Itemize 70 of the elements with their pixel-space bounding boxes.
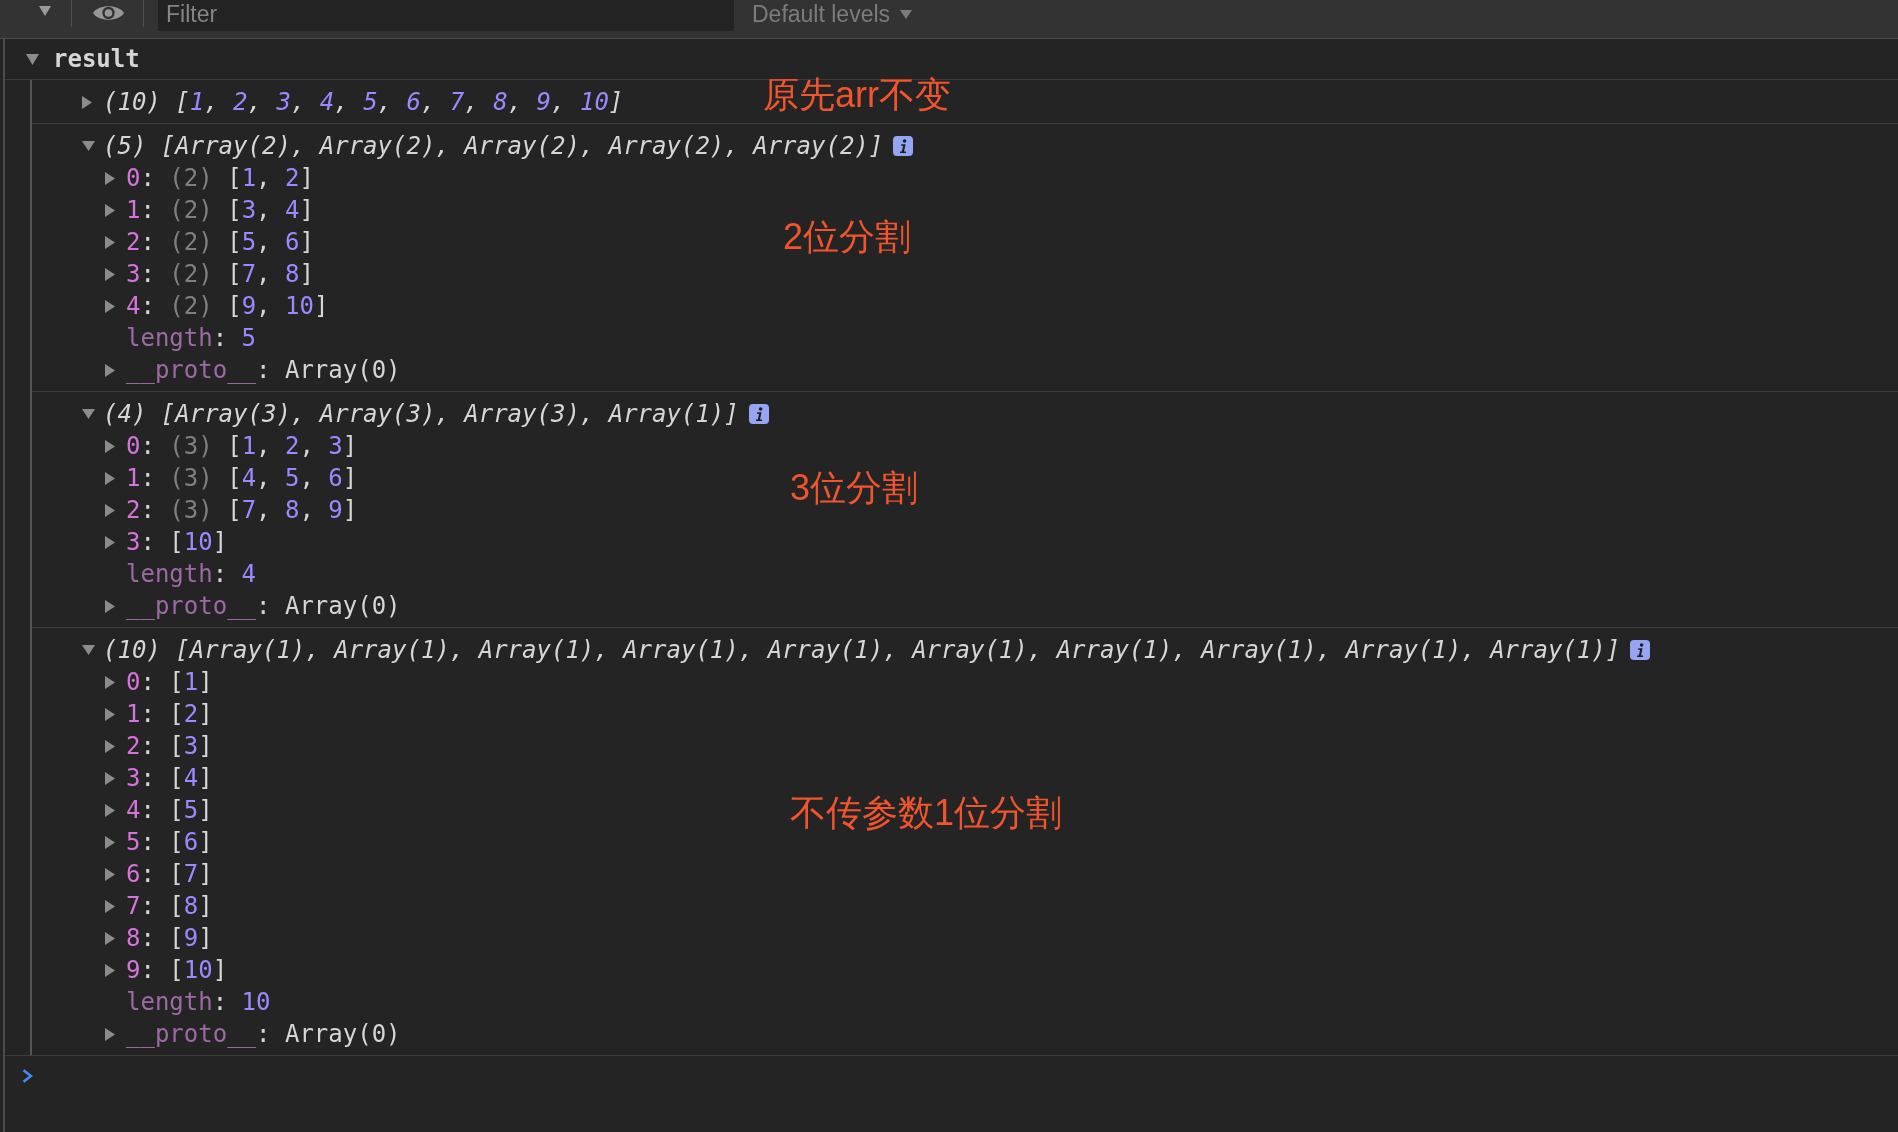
property-entry: __proto__: Array(0) xyxy=(126,1019,401,1050)
caret-icon[interactable] xyxy=(105,363,115,377)
property-entry: 0: (3) [1, 2, 3] xyxy=(126,431,358,462)
caret-icon[interactable] xyxy=(105,599,115,613)
caret-icon[interactable] xyxy=(105,439,115,453)
property-entry: __proto__: Array(0) xyxy=(126,355,401,386)
property-entry: 9: [10] xyxy=(126,955,228,986)
caret-icon[interactable] xyxy=(105,707,115,721)
caret-icon[interactable] xyxy=(82,409,95,419)
caret-icon[interactable] xyxy=(105,739,115,753)
caret-icon[interactable] xyxy=(105,235,115,249)
info-icon[interactable] xyxy=(893,136,914,156)
array-summary: (4) [Array(3), Array(3), Array(3), Array(1)] xyxy=(103,399,739,430)
prompt-icon xyxy=(22,1069,33,1083)
info-icon[interactable] xyxy=(1630,640,1651,660)
array-summary: (10) [1, 2, 3, 4, 5, 6, 7, 8, 9, 10] xyxy=(103,87,624,118)
eye-icon[interactable] xyxy=(93,3,124,23)
annotation-text: 不传参数1位分割 xyxy=(790,793,1063,833)
caret-icon[interactable] xyxy=(105,1027,115,1041)
property-entry: 3: [4] xyxy=(126,763,213,794)
group-label: result xyxy=(53,44,140,75)
filter-field[interactable]: Filter xyxy=(158,0,734,31)
property-entry: 5: [6] xyxy=(126,827,213,858)
caret-icon[interactable] xyxy=(105,675,115,689)
property-entry: 2: [3] xyxy=(126,731,213,762)
caret-icon[interactable] xyxy=(105,503,115,517)
caret-icon[interactable] xyxy=(82,141,95,151)
property-entry: length: 4 xyxy=(126,559,257,590)
levels-dropdown[interactable]: Default levels xyxy=(734,0,913,28)
caret-icon[interactable] xyxy=(105,835,115,849)
caret-icon[interactable] xyxy=(26,53,39,65)
property-entry: 6: [7] xyxy=(126,859,213,890)
property-entry: 8: [9] xyxy=(126,923,213,954)
property-entry: 3: (2) [7, 8] xyxy=(126,259,314,290)
property-entry: __proto__: Array(0) xyxy=(126,591,401,622)
property-entry: 3: [10] xyxy=(126,527,228,558)
caret-icon xyxy=(900,9,913,19)
caret-icon[interactable] xyxy=(105,899,115,913)
property-entry: 0: (2) [1, 2] xyxy=(126,163,314,194)
annotation-text: 原先arr不变 xyxy=(763,75,951,115)
caret-icon[interactable] xyxy=(39,6,51,16)
caret-icon[interactable] xyxy=(105,471,115,485)
caret-icon[interactable] xyxy=(105,803,115,817)
property-entry: 1: [2] xyxy=(126,699,213,730)
caret-icon[interactable] xyxy=(105,203,115,217)
property-entry: 0: [1] xyxy=(126,667,213,698)
property-entry: 7: [8] xyxy=(126,891,213,922)
annotation-text: 3位分割 xyxy=(790,468,919,508)
property-entry: 4: [5] xyxy=(126,795,213,826)
caret-icon[interactable] xyxy=(105,267,115,281)
property-entry: 4: (2) [9, 10] xyxy=(126,291,329,322)
array-summary: (10) [Array(1), Array(1), Array(1), Array(1), Array(1), Array(1), Array(1), Array(1), Array(1), Array(1)] xyxy=(103,635,1621,666)
property-entry: length: 5 xyxy=(126,323,257,354)
caret-icon[interactable] xyxy=(105,299,115,313)
property-entry: 2: (3) [7, 8, 9] xyxy=(126,495,358,526)
annotation-text: 2位分割 xyxy=(783,217,912,257)
array-summary: (5) [Array(2), Array(2), Array(2), Array(2), Array(2)] xyxy=(103,131,884,162)
caret-icon[interactable] xyxy=(82,645,95,655)
property-entry: 2: (2) [5, 6] xyxy=(126,227,314,258)
property-entry: length: 10 xyxy=(126,987,271,1018)
caret-icon[interactable] xyxy=(105,771,115,785)
caret-icon[interactable] xyxy=(105,963,115,977)
caret-icon[interactable] xyxy=(105,171,115,185)
caret-icon[interactable] xyxy=(105,931,115,945)
caret-icon[interactable] xyxy=(105,535,115,549)
property-entry: 1: (3) [4, 5, 6] xyxy=(126,463,358,494)
caret-icon[interactable] xyxy=(82,95,92,109)
caret-icon[interactable] xyxy=(105,867,115,881)
info-icon[interactable] xyxy=(748,404,769,424)
property-entry: 1: (2) [3, 4] xyxy=(126,195,314,226)
